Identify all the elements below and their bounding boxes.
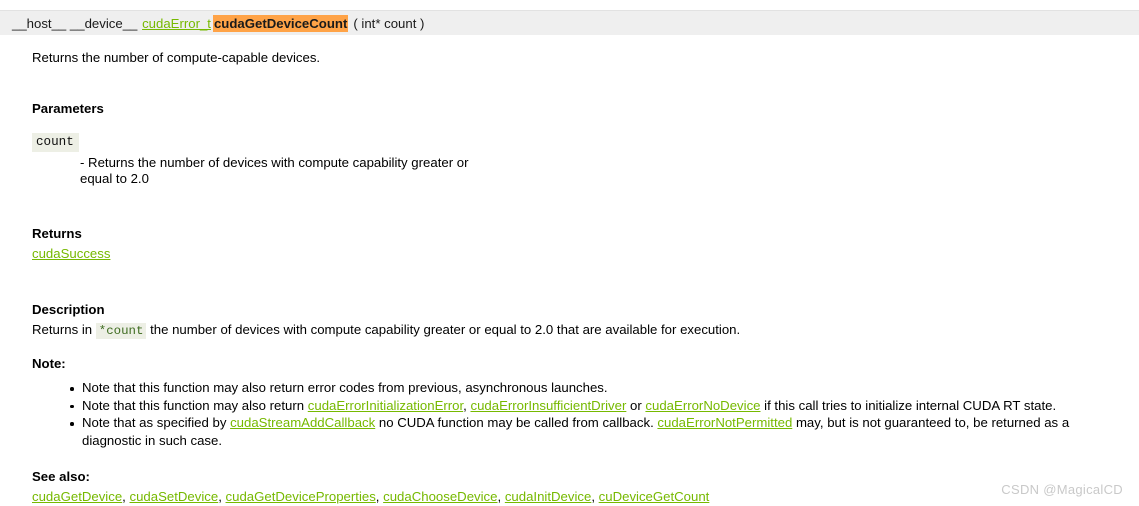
function-summary: Returns the number of compute-capable de… xyxy=(32,50,321,65)
csdn-watermark: CSDN @MagicalCD xyxy=(1001,482,1123,497)
note-link[interactable]: cudaErrorNoDevice xyxy=(645,398,760,413)
note-link[interactable]: cudaErrorInitializationError xyxy=(308,398,463,413)
description-heading: Description xyxy=(32,301,105,317)
signature-function-name: cudaGetDeviceCount xyxy=(212,14,349,32)
see-also-link[interactable]: cudaSetDevice xyxy=(130,489,219,504)
see-also-separator: , xyxy=(122,489,130,505)
see-also-heading: See also: xyxy=(32,469,90,485)
see-also-link[interactable]: cudaInitDevice xyxy=(505,489,592,504)
note-list-item: Note that as specified by cudaStreamAddC… xyxy=(70,414,1122,449)
returns-value: cudaSuccess xyxy=(32,246,1122,261)
see-also-separator: , xyxy=(218,489,226,505)
returns-heading: Returns xyxy=(32,225,82,241)
returns-value-link[interactable]: cudaSuccess xyxy=(32,246,110,261)
note-text: Note that this function may also return … xyxy=(82,380,608,396)
description-text-before-code: Returns in xyxy=(32,321,96,337)
parameter-name-count: count xyxy=(32,133,79,152)
parameters-heading: Parameters xyxy=(32,101,104,117)
parameter-description-count: - Returns the number of devices with com… xyxy=(80,154,469,187)
see-also-separator: , xyxy=(497,489,505,505)
note-link[interactable]: cudaErrorInsufficientDriver xyxy=(470,398,626,413)
signature-arguments: ( int* count ) xyxy=(353,15,425,31)
description-inline-code: *count xyxy=(95,322,147,339)
note-heading: Note: xyxy=(32,356,66,372)
note-text: Note that as specified by xyxy=(82,415,231,431)
description-text-after-code: the number of devices with compute capab… xyxy=(146,321,741,337)
see-also-link[interactable]: cudaGetDevice xyxy=(32,489,122,504)
document-body: Returns the number of compute-capable de… xyxy=(32,44,1122,506)
note-list-item: Note that this function may also return … xyxy=(70,379,1122,396)
description-text: Returns in *count the number of devices … xyxy=(32,321,1122,340)
see-also-link[interactable]: cuDeviceGetCount xyxy=(599,489,710,504)
note-text: Note that this function may also return xyxy=(82,397,308,413)
function-signature-bar: __host__ __device__ cudaError_t cudaGetD… xyxy=(0,10,1139,36)
note-list: Note that this function may also return … xyxy=(32,379,1122,449)
see-also-link[interactable]: cudaGetDeviceProperties xyxy=(226,489,376,504)
note-text: if this call tries to initialize interna… xyxy=(760,397,1057,413)
see-also-link[interactable]: cudaChooseDevice xyxy=(383,489,497,504)
note-link[interactable]: cudaErrorNotPermitted xyxy=(657,415,792,430)
note-text: no CUDA function may be called from call… xyxy=(375,415,658,431)
signature-return-type-link[interactable]: cudaError_t xyxy=(142,16,211,31)
see-also-links: cudaGetDevice, cudaSetDevice, cudaGetDev… xyxy=(32,488,1122,506)
signature-qualifiers: __host__ __device__ xyxy=(12,15,138,31)
note-text: or xyxy=(626,397,646,413)
parameters-block: count - Returns the number of devices wi… xyxy=(32,116,1122,187)
note-list-item: Note that this function may also return … xyxy=(70,397,1122,414)
see-also-separator: , xyxy=(591,489,599,505)
note-link[interactable]: cudaStreamAddCallback xyxy=(230,415,375,430)
